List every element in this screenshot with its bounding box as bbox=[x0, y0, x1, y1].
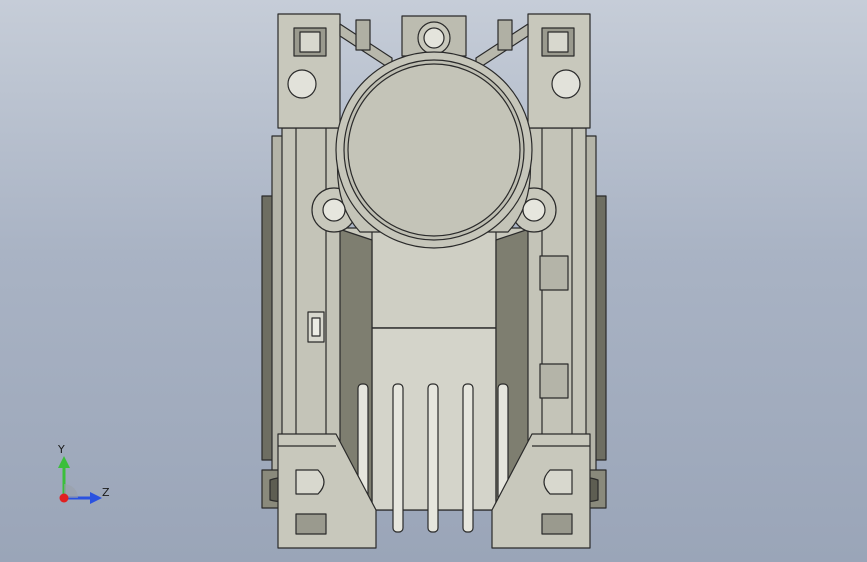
y-axis-label: Y bbox=[58, 443, 65, 456]
right-column bbox=[527, 127, 587, 447]
x-axis-dot bbox=[59, 493, 69, 503]
axis-triad bbox=[58, 456, 102, 504]
top-left-mount bbox=[277, 13, 341, 129]
top-right-mount bbox=[527, 13, 591, 129]
cad-viewport[interactable]: Y Z bbox=[0, 0, 867, 562]
z-axis-label: Z bbox=[102, 486, 110, 499]
worm-gear-reducer-model[interactable] bbox=[0, 0, 867, 562]
left-column bbox=[281, 127, 341, 447]
round-input-flange bbox=[311, 51, 557, 249]
